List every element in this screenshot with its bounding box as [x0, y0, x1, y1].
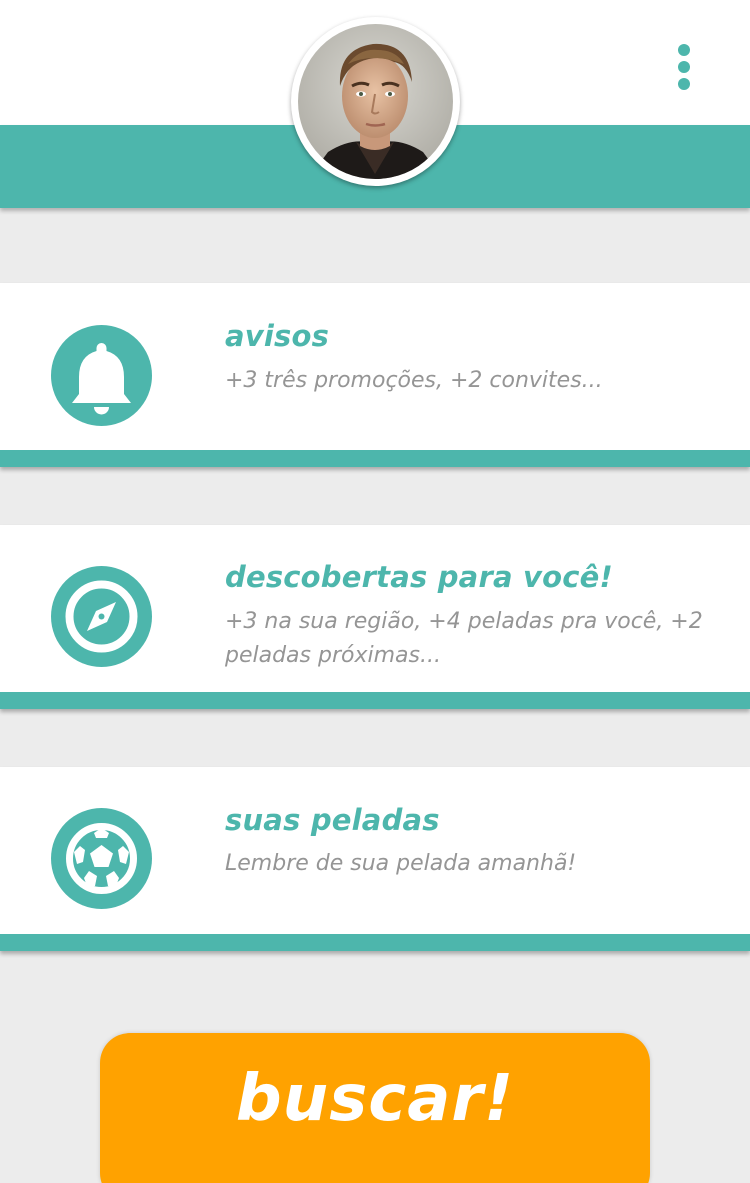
card-accent-strip — [0, 692, 750, 709]
search-button-label: buscar! — [235, 1062, 515, 1136]
card-description: +3 na sua região, +4 peladas pra você, +… — [225, 609, 703, 668]
card-description: +3 três promoções, +2 convites... — [225, 368, 603, 393]
card-suas-peladas[interactable]: suas peladas Lembre de sua pelada amanhã… — [0, 767, 750, 951]
more-vert-icon[interactable] — [672, 40, 696, 94]
search-button[interactable]: buscar! — [100, 1033, 650, 1183]
card-descobertas[interactable]: descobertas para você! +3 na sua região,… — [0, 525, 750, 709]
menu-dot — [678, 78, 690, 90]
card-title: suas peladas — [225, 803, 440, 837]
card-accent-strip — [0, 450, 750, 467]
card-title: avisos — [225, 319, 330, 353]
avatar-photo — [298, 24, 453, 179]
avatar[interactable] — [291, 17, 460, 186]
soccer-ball-icon — [51, 808, 152, 909]
menu-dot — [678, 44, 690, 56]
card-description: Lembre de sua pelada amanhã! — [225, 851, 577, 876]
bell-icon — [51, 325, 152, 426]
card-avisos[interactable]: avisos +3 três promoções, +2 convites... — [0, 283, 750, 467]
compass-icon — [51, 566, 152, 667]
menu-dot — [678, 61, 690, 73]
card-accent-strip — [0, 934, 750, 951]
home-screen: avisos +3 três promoções, +2 convites...… — [0, 0, 750, 1183]
card-title: descobertas para você! — [225, 560, 613, 594]
